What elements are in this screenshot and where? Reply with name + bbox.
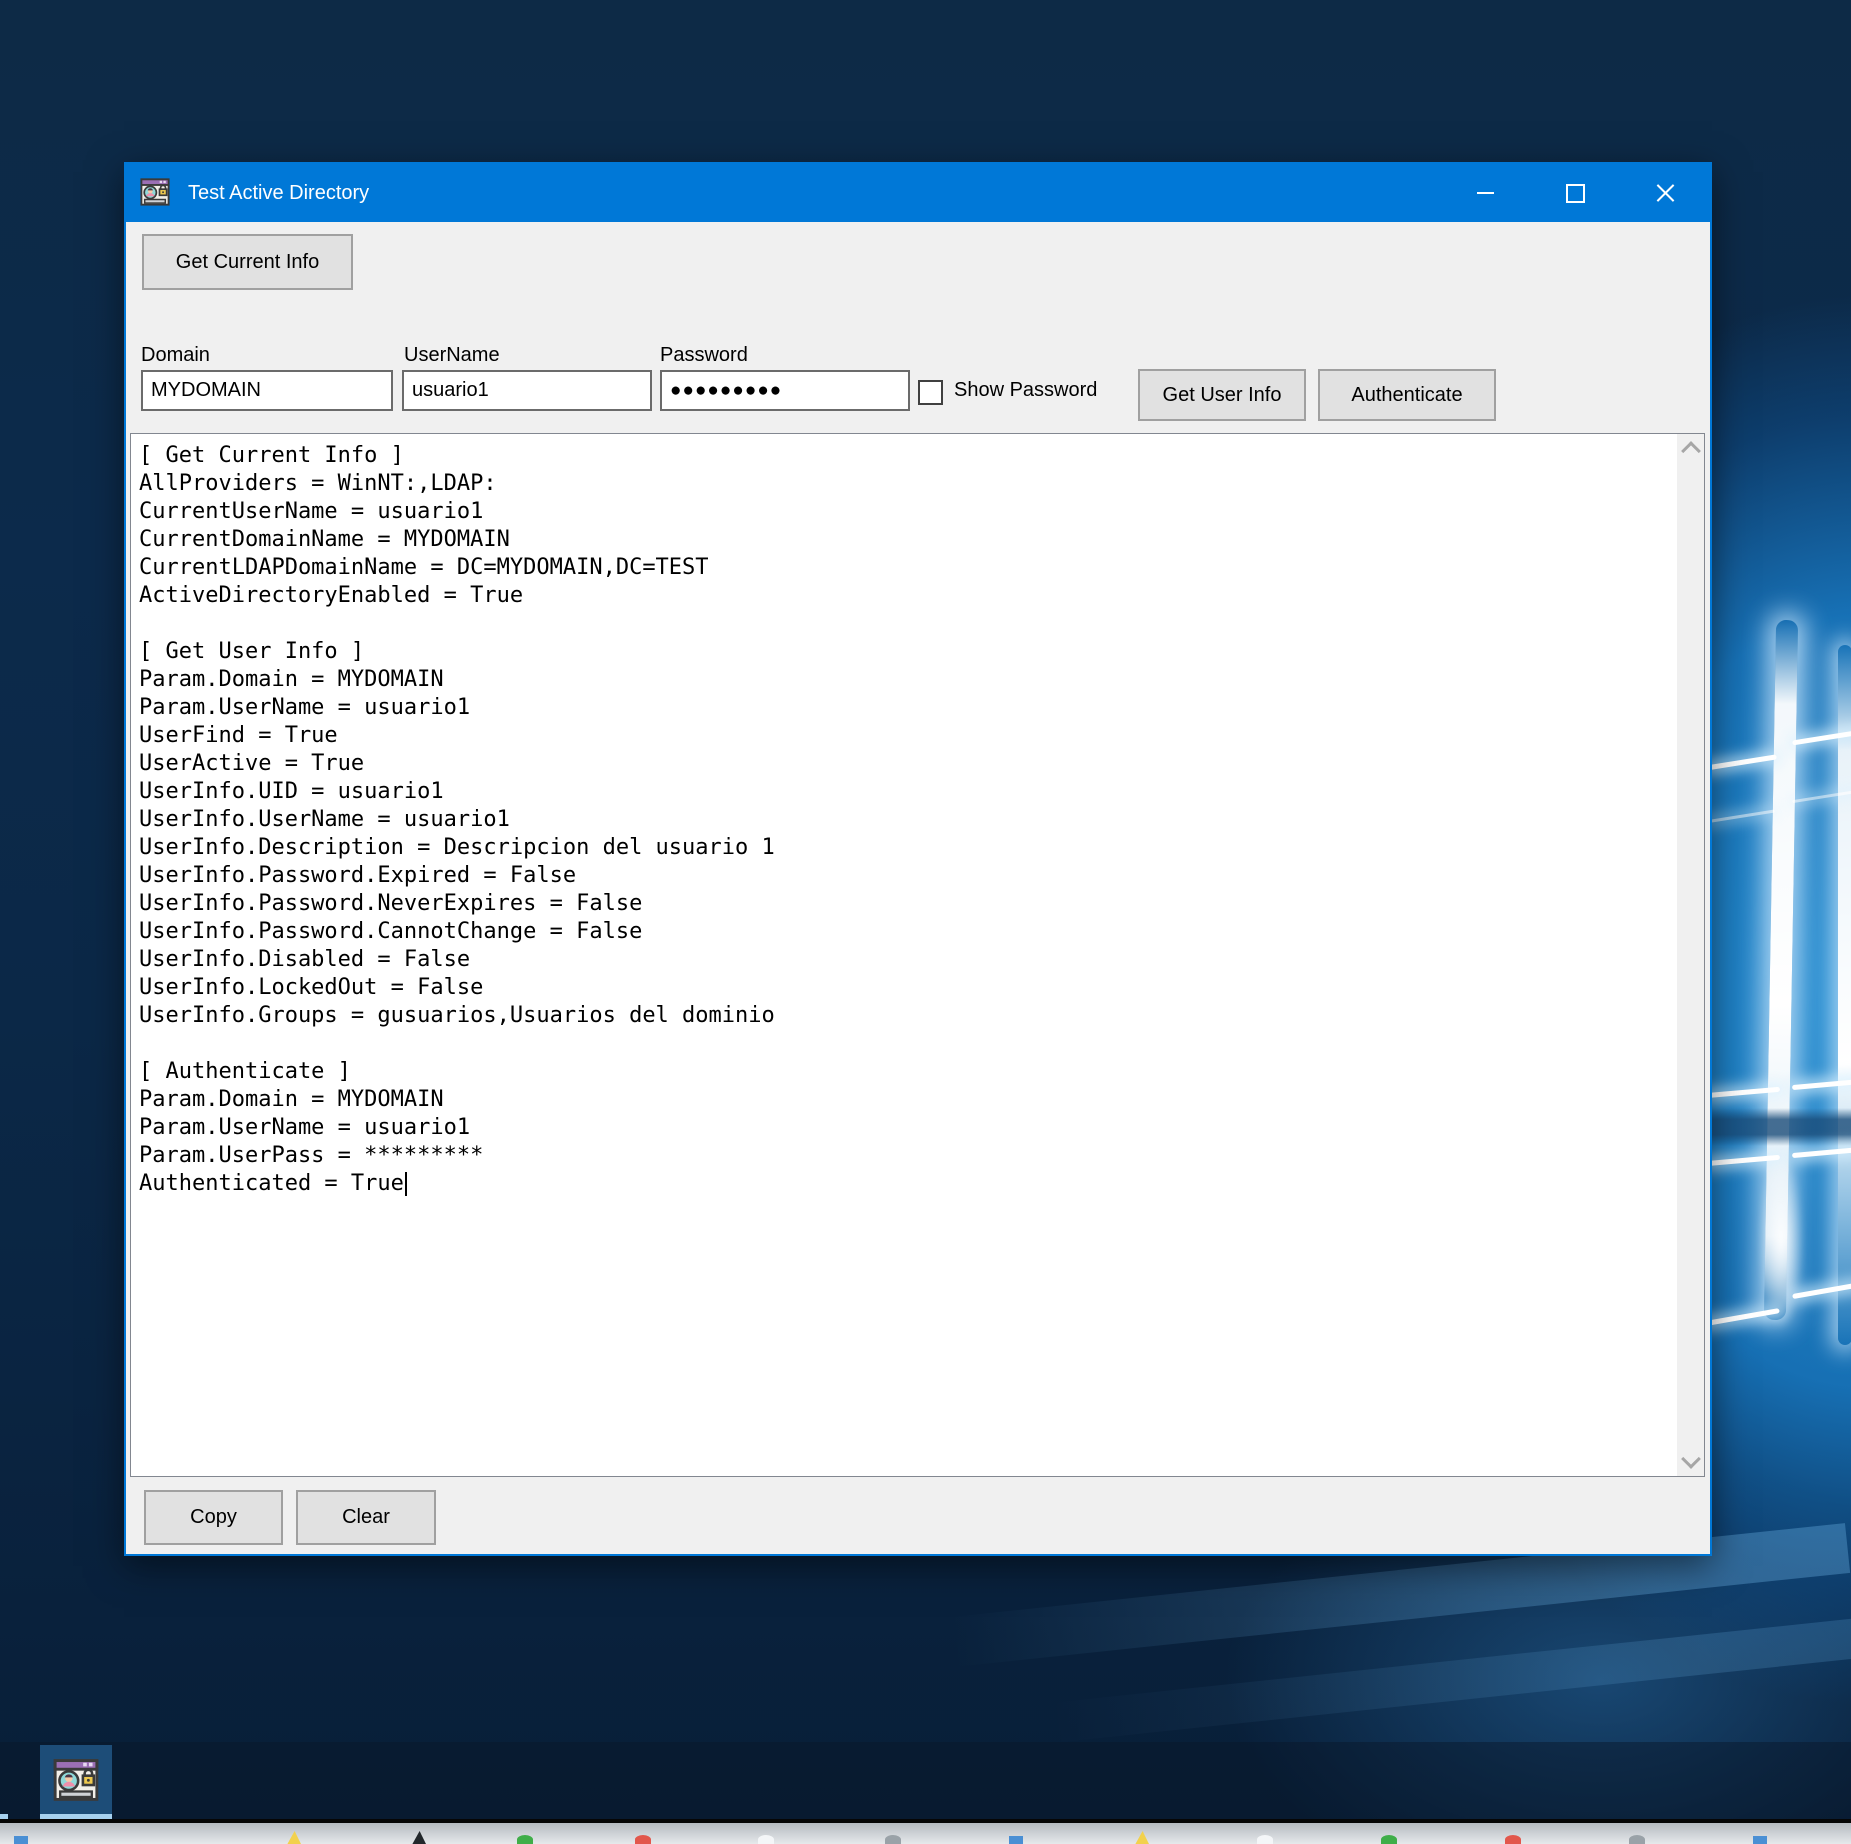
taskbar <box>0 1742 1851 1819</box>
window-controls <box>1440 164 1710 222</box>
bottom-strip <box>0 1823 1851 1844</box>
domain-label: Domain <box>141 344 210 366</box>
taskbar-icon-fragment <box>1135 1831 1149 1844</box>
wallpaper-crossbar <box>1712 1108 1851 1146</box>
chevron-up-icon[interactable] <box>1681 441 1701 461</box>
taskbar-icon-fragment <box>1629 1835 1645 1844</box>
taskbar-icon-fragment <box>1753 1836 1767 1844</box>
titlebar[interactable]: Test Active Directory <box>126 164 1710 222</box>
username-input[interactable] <box>402 370 652 411</box>
taskbar-icon-fragment <box>758 1835 774 1844</box>
wallpaper-beam <box>1838 645 1851 1345</box>
taskbar-icon-fragment <box>412 1831 426 1844</box>
taskbar-icon-fragment <box>287 1831 301 1844</box>
get-user-info-button[interactable]: Get User Info <box>1138 369 1306 421</box>
app-icon[interactable] <box>140 177 170 212</box>
minimize-button[interactable] <box>1440 164 1530 222</box>
show-password-checkbox[interactable] <box>918 380 943 405</box>
wallpaper-pane-edge <box>1705 809 1775 824</box>
maximize-icon <box>1565 183 1585 203</box>
console-text[interactable]: [ Get Current Info ] AllProviders = WinN… <box>131 434 1677 1476</box>
taskbar-icon-fragment <box>1381 1835 1397 1844</box>
authenticate-button[interactable]: Authenticate <box>1318 369 1496 421</box>
clear-button[interactable]: Clear <box>296 1490 436 1545</box>
get-current-info-button[interactable]: Get Current Info <box>142 234 353 290</box>
text-caret <box>404 1172 407 1196</box>
password-label: Password <box>660 344 748 366</box>
show-password-label[interactable]: Show Password <box>954 370 1097 411</box>
taskbar-icon-fragment <box>635 1835 651 1844</box>
password-input[interactable] <box>660 370 910 411</box>
close-icon <box>1655 183 1675 203</box>
copy-button[interactable]: Copy <box>144 1490 283 1545</box>
wallpaper-pane-edge <box>1705 754 1777 771</box>
domain-input[interactable] <box>141 370 393 411</box>
maximize-button[interactable] <box>1530 164 1620 222</box>
output-console[interactable]: [ Get Current Info ] AllProviders = WinN… <box>130 433 1705 1477</box>
taskbar-app-button[interactable] <box>40 1745 112 1815</box>
taskbar-icon-fragment <box>1009 1836 1023 1844</box>
wallpaper-glow <box>1758 1150 1804 1330</box>
console-scrollbar[interactable] <box>1677 434 1704 1476</box>
taskbar-icon-fragment <box>14 1836 28 1844</box>
app-window: Test Active Directory Get Current Info D… <box>124 162 1712 1556</box>
close-button[interactable] <box>1620 164 1710 222</box>
desktop: Test Active Directory Get Current Info D… <box>0 0 1851 1844</box>
window-title: Test Active Directory <box>188 182 370 204</box>
taskbar-app-icon <box>53 1759 99 1801</box>
taskbar-icon-fragment <box>1257 1835 1273 1844</box>
chevron-down-icon[interactable] <box>1681 1449 1701 1469</box>
taskbar-icon-fragment <box>885 1835 901 1844</box>
taskbar-icon-fragment <box>517 1835 533 1844</box>
minimize-icon <box>1476 192 1494 194</box>
username-label: UserName <box>404 344 500 366</box>
taskbar-icon-fragment <box>1505 1835 1521 1844</box>
